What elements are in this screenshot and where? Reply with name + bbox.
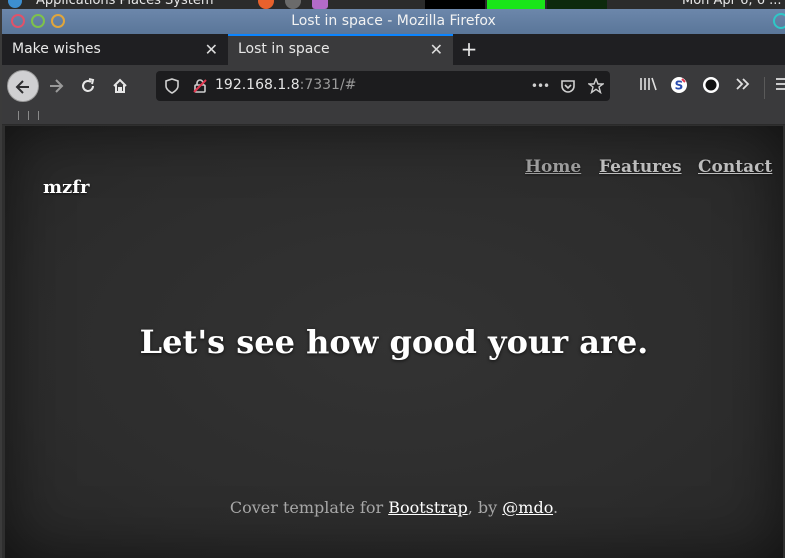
new-tab-button[interactable]: + [457, 34, 481, 65]
cpu-monitor [425, 0, 485, 9]
titlebar[interactable]: Lost in space - Mozilla Firefox [2, 9, 785, 34]
home-button[interactable] [104, 70, 136, 102]
tab-lost-in-space[interactable]: Lost in space ✕ [228, 34, 453, 65]
mdo-link[interactable]: @mdo [502, 498, 553, 517]
bookmarks-toolbar [2, 107, 785, 125]
reload-icon [82, 78, 95, 92]
home-icon [113, 78, 127, 93]
nav-link-home[interactable]: Home [525, 157, 581, 177]
bookmark-separator [28, 111, 29, 120]
nav-link-contact[interactable]: Contact [698, 157, 772, 177]
reload-button[interactable] [72, 70, 104, 102]
navigation-toolbar: 192.168.1.8:7331/# ••• S [2, 65, 785, 107]
insecure-lock-icon[interactable] [190, 76, 210, 96]
hamburger-menu-icon[interactable] [772, 76, 785, 96]
app-launcher-icon[interactable] [312, 0, 328, 9]
system-menu-text[interactable]: Applications Places System [36, 0, 214, 8]
url-path: :7331/# [299, 77, 357, 93]
url-text[interactable]: 192.168.1.8:7331/# [215, 77, 356, 93]
window-menu-icon[interactable] [773, 13, 785, 29]
clock[interactable]: Mon Apr 6, 6 ... [682, 0, 782, 8]
bookmark-separator [38, 111, 39, 120]
chevron-double-right-icon[interactable] [733, 76, 753, 96]
library-icon[interactable] [638, 76, 658, 96]
forward-arrow-icon [50, 79, 64, 93]
circle-extension-icon[interactable] [701, 76, 721, 96]
pocket-icon[interactable] [558, 76, 578, 96]
terminal-launcher-icon[interactable] [285, 0, 301, 9]
nav-link-features[interactable]: Features [599, 157, 682, 177]
tab-make-wishes[interactable]: Make wishes ✕ [2, 34, 228, 65]
network-monitor [547, 0, 607, 9]
url-bar[interactable]: 192.168.1.8:7331/# ••• [156, 71, 610, 101]
footer-suffix: . [553, 498, 559, 517]
page-content: mzfr Home Features Contact Let's see how… [5, 126, 783, 558]
applications-icon[interactable] [8, 0, 22, 8]
url-host: 192.168.1.8 [215, 77, 300, 93]
s-extension-icon[interactable]: S [669, 76, 689, 96]
back-arrow-icon [15, 80, 29, 94]
footer-prefix: Cover template for [229, 498, 389, 517]
forward-button[interactable] [40, 70, 72, 102]
firefox-window: Lost in space - Mozilla Firefox Make wis… [2, 9, 785, 558]
bookmark-separator [18, 111, 19, 120]
page-footer: Cover template for Bootstrap, by @mdo. [5, 498, 783, 517]
memory-monitor [487, 0, 545, 9]
site-brand: mzfr [43, 177, 90, 198]
tab-label: Make wishes [12, 41, 101, 57]
toolbar-divider [764, 77, 765, 99]
svg-text:S: S [675, 79, 684, 93]
page-actions-icon[interactable]: ••• [530, 76, 550, 96]
back-button[interactable] [7, 70, 39, 102]
star-icon[interactable] [586, 76, 606, 96]
tab-label: Lost in space [238, 41, 330, 57]
bootstrap-link[interactable]: Bootstrap [388, 498, 468, 517]
footer-middle: , by [467, 498, 503, 517]
close-tab-icon[interactable]: ✕ [205, 34, 218, 65]
close-tab-icon[interactable]: ✕ [430, 36, 443, 63]
firefox-launcher-icon[interactable] [258, 0, 274, 9]
tracking-shield-icon[interactable] [162, 76, 182, 96]
window-title: Lost in space - Mozilla Firefox [291, 13, 496, 29]
page-headline: Let's see how good your are. [139, 323, 649, 361]
tab-strip: Make wishes ✕ Lost in space ✕ + [2, 34, 785, 65]
system-panel: Applications Places System Mon Apr 6, 6 … [0, 0, 785, 9]
